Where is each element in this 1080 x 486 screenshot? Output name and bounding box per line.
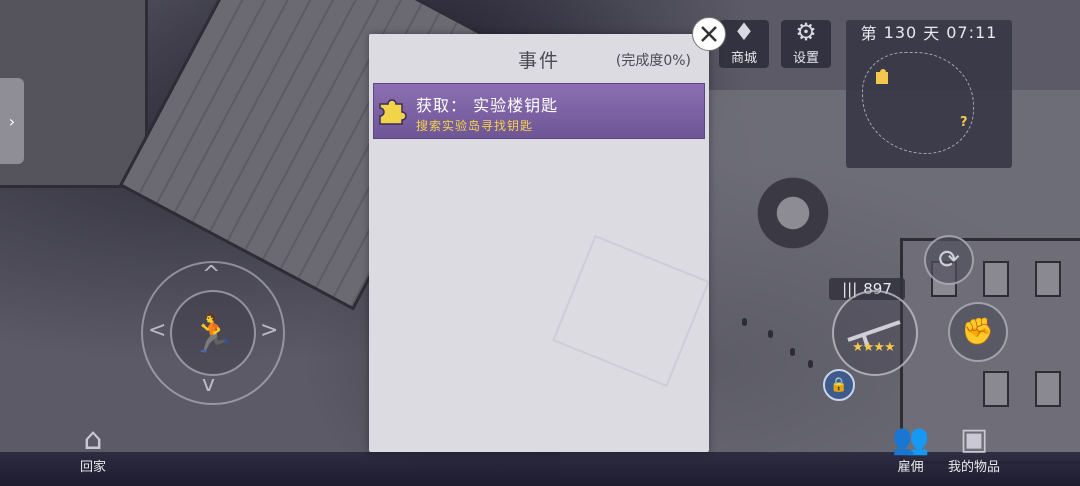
shop-button[interactable]: ♦ 商城 [719, 18, 769, 68]
map-shrub [748, 168, 838, 258]
joystick-left-icon: < [148, 318, 167, 343]
window [1035, 371, 1061, 407]
clock-time: 07:11 [946, 22, 998, 42]
home-label: 回家 [80, 460, 107, 475]
gear-icon: ⚙ [795, 18, 817, 46]
weapon-rating-stars: ★★★★ [852, 340, 896, 355]
reload-button[interactable]: ⟳ [924, 235, 974, 285]
rifle-icon [847, 320, 901, 349]
hire-button[interactable]: 👥 雇佣 [892, 422, 930, 476]
event-list-item[interactable]: 获取： 实验楼钥匙 搜索实验岛寻找钥匙 [373, 83, 705, 139]
running-man-icon: 🏃 [189, 310, 237, 355]
window [983, 261, 1009, 297]
footprint [742, 318, 747, 326]
melee-icon: ✊ [961, 317, 995, 347]
attack-button[interactable] [832, 290, 918, 376]
minimap-puzzle-marker-icon [876, 69, 888, 84]
settings-button[interactable]: ⚙ 设置 [781, 18, 831, 68]
footprint [768, 330, 773, 338]
close-icon [701, 26, 717, 42]
chevron-right-icon: › [8, 111, 16, 131]
house-icon: ⌂ [83, 422, 103, 457]
watermark-graphic [552, 234, 710, 388]
inventory-label: 我的物品 [948, 460, 1001, 475]
hire-label: 雇佣 [897, 460, 924, 475]
reload-icon: ⟳ [938, 245, 960, 275]
side-panel-toggle[interactable]: › [0, 78, 24, 164]
joystick-knob[interactable]: 🏃 [170, 290, 256, 376]
diamond-icon: ♦ [733, 18, 755, 46]
completion-progress: (完成度0%) [615, 53, 691, 69]
footprint [808, 360, 813, 368]
joystick-down-icon: v [202, 372, 216, 397]
lock-icon: 🔒 [830, 377, 848, 393]
day-number: 130 [883, 22, 918, 42]
chest-icon: ▣ [959, 422, 989, 457]
group-icon: 👥 [892, 422, 930, 457]
footprint [790, 348, 795, 356]
joystick-right-icon: > [260, 318, 279, 343]
minimap[interactable]: 第 130 天 07:11 ? [846, 20, 1012, 168]
event-title: 获取： 实验楼钥匙 [416, 96, 559, 115]
shop-label: 商城 [730, 51, 757, 66]
minimap-quest-marker-icon: ? [960, 115, 968, 130]
close-button[interactable] [692, 17, 726, 51]
day-suffix: 天 [923, 24, 941, 43]
melee-button[interactable]: ✊ [948, 302, 1008, 362]
settings-label: 设置 [792, 51, 819, 66]
puzzle-icon [379, 99, 407, 125]
window [983, 371, 1009, 407]
home-button[interactable]: ⌂ 回家 [80, 422, 107, 476]
day-time-display: 第 130 天 07:11 [846, 20, 1012, 44]
window [1035, 261, 1061, 297]
day-prefix: 第 [860, 24, 878, 43]
event-dialog: 事件 (完成度0%) 获取： 实验楼钥匙 搜索实验岛寻找钥匙 [369, 34, 710, 452]
event-description: 搜索实验岛寻找钥匙 [416, 119, 534, 133]
aim-lock-button[interactable]: 🔒 [823, 369, 855, 401]
joystick-up-icon: ^ [202, 262, 221, 287]
inventory-button[interactable]: ▣ 我的物品 [948, 422, 1001, 476]
